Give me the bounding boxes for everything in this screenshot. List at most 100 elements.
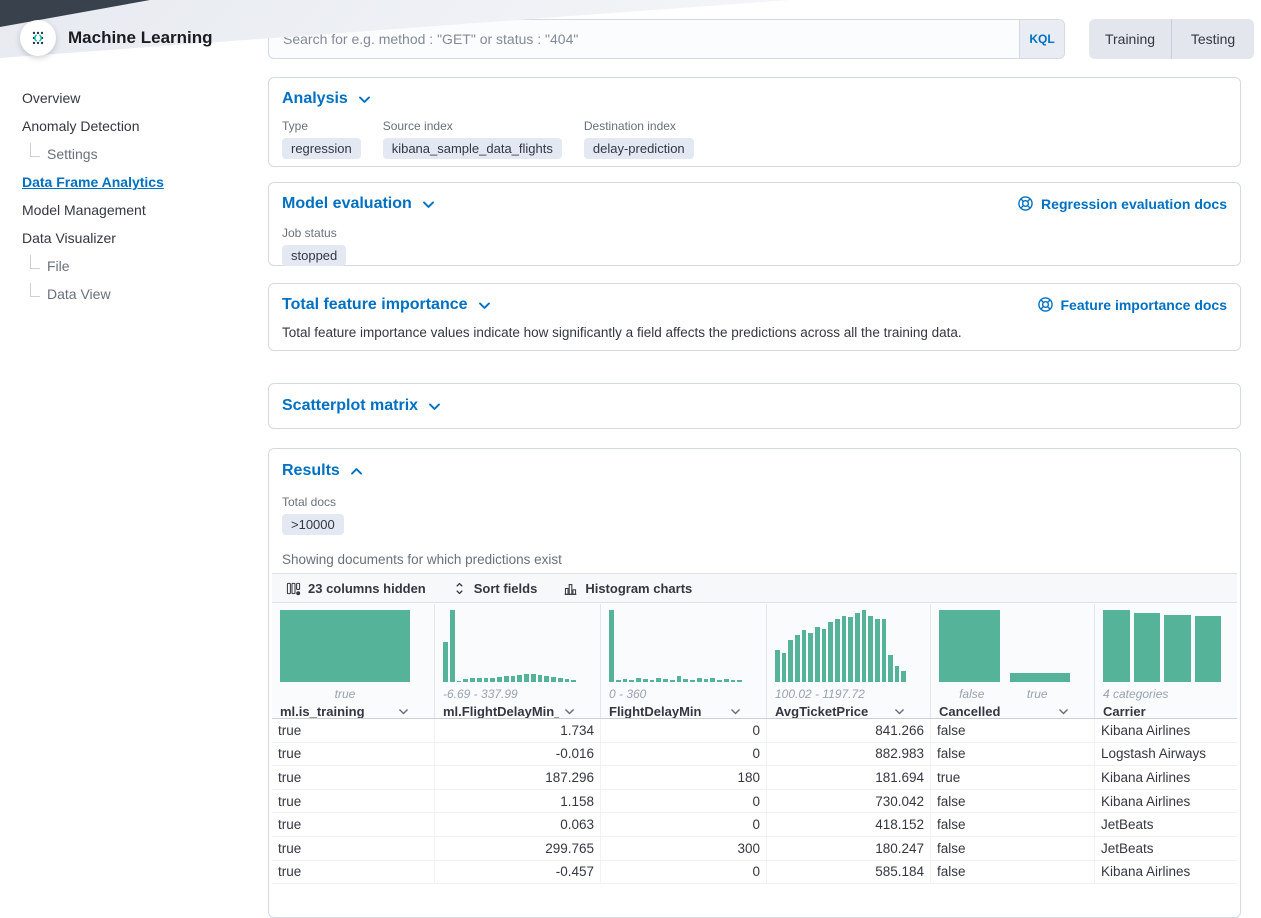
feature-importance-accordion-toggle[interactable]: Total feature importance [282,296,492,314]
histogram-bar [616,680,621,682]
column-name: Carrier [1103,704,1146,719]
training-button[interactable]: Training [1089,19,1171,59]
columns-hidden-label: 23 columns hidden [308,581,426,596]
table-row: true187.296180181.694trueKibana Airlines [272,766,1237,790]
feature-importance-description: Total feature importance values indicate… [282,325,1227,340]
histogram-charts-button[interactable]: Histogram charts [557,581,698,596]
grid-cell: false [931,790,1095,813]
feature-importance-docs-link[interactable]: Feature importance docs [1037,296,1228,313]
histogram-bar [842,616,847,682]
results-accordion-toggle[interactable]: Results [282,462,364,480]
histogram-bar [848,617,853,682]
help-ring-icon [1037,296,1054,313]
column-header-ml-is-training[interactable]: trueml.is_training [272,604,435,718]
sidebar-item-data-visualizer[interactable]: Data Visualizer [0,224,243,252]
chevron-down-icon [421,197,436,212]
histogram-bar [280,610,410,682]
sidebar-item-anomaly-detection[interactable]: Anomaly Detection [0,112,243,140]
column-header-flightdelaymin[interactable]: 0 - 360FlightDelayMin [601,604,767,718]
sort-icon [452,581,467,596]
grid-cell: -0.457 [435,861,601,884]
columns-hidden-button[interactable]: 23 columns hidden [280,581,432,596]
sort-fields-button[interactable]: Sort fields [446,581,544,596]
column-actions-chevron-icon[interactable] [893,705,906,718]
sidebar-item-label: Settings [47,146,98,162]
histogram-bar [737,680,742,682]
column-actions-chevron-icon[interactable] [563,705,576,718]
grid-cell: 180 [601,766,767,789]
histogram-bar [443,642,448,682]
grid-cell: 0 [601,790,767,813]
histogram-bar [828,622,833,682]
histogram-bar [808,633,813,682]
grid-cell: true [272,790,435,813]
histogram-bar [795,635,800,682]
histogram-icon [563,581,578,596]
feature-importance-title: Total feature importance [282,296,468,314]
column-actions-chevron-icon[interactable] [397,705,410,718]
histogram-charts-label: Histogram charts [585,581,692,596]
grid-cell: JetBeats [1095,837,1237,860]
histogram-bar [531,674,536,682]
model-evaluation-panel: Model evaluation Regression evaluation d… [268,182,1241,266]
doc-link-label: Feature importance docs [1061,297,1228,313]
results-subtitle: Showing documents for which predictions … [282,552,1227,567]
grid-cell: 0 [601,743,767,766]
regression-evaluation-docs-link[interactable]: Regression evaluation docs [1017,195,1227,212]
sidebar-item-overview[interactable]: Overview [0,84,243,112]
scatterplot-accordion-toggle[interactable]: Scatterplot matrix [282,397,442,415]
analysis-title: Analysis [282,90,348,108]
header-range-label: falsetrue [939,687,1070,701]
grid-cell: Logstash Airways [1095,743,1237,766]
histogram-bar [511,676,516,682]
grid-cell: 1.734 [435,719,601,742]
grid-cell: 180.247 [767,837,931,860]
histogram-bar [677,676,682,682]
column-header-carrier[interactable]: 4 categoriesCarrier [1095,604,1237,718]
histogram-bar [565,679,570,682]
histogram-bar [683,679,688,682]
grid-cell: true [272,766,435,789]
histogram-bar [802,630,807,682]
histogram-bar [558,678,563,682]
grid-cell: false [931,813,1095,836]
chevron-up-icon [349,464,364,479]
column-name: ml.is_training [280,704,365,719]
column-header-cancelled[interactable]: falsetrueCancelled [931,604,1095,718]
column-header-avgticketprice[interactable]: 100.02 - 1197.72AvgTicketPrice [767,604,931,718]
histogram-bar [901,671,906,682]
kql-button[interactable]: KQL [1019,20,1064,58]
grid-cell: 181.694 [767,766,931,789]
analysis-field-type: Typeregression [282,119,361,159]
app-root: Machine Learning OverviewAnomaly Detecti… [0,0,1261,884]
grid-cell: false [931,719,1095,742]
analysis-accordion-toggle[interactable]: Analysis [282,90,372,108]
column-actions-chevron-icon[interactable] [1057,705,1070,718]
column-actions-chevron-icon[interactable] [729,705,742,718]
histogram-bar [497,677,502,682]
histogram-bar [875,619,880,682]
table-row: true-0.0160882.983falseLogstash Airways [272,743,1237,767]
histogram-bar [788,640,793,682]
column-header-ml-flightdelaymin-prediction[interactable]: -6.69 - 337.99ml.FlightDelayMin_predicti… [435,604,601,718]
sidebar-item-settings[interactable]: Settings [0,140,243,168]
histogram-bar [551,677,556,682]
testing-button[interactable]: Testing [1171,19,1254,59]
sidebar-item-file[interactable]: File [0,252,243,280]
sidebar-item-data-view[interactable]: Data View [0,280,243,308]
table-row: true1.1580730.042falseKibana Airlines [272,790,1237,814]
histogram-bar [697,678,702,682]
sidebar-item-data-frame-analytics[interactable]: Data Frame Analytics [0,168,243,196]
histogram-bar [822,629,827,682]
grid-cell: JetBeats [1095,813,1237,836]
model-evaluation-accordion-toggle[interactable]: Model evaluation [282,195,436,213]
histogram-bar [1195,616,1222,682]
results-title: Results [282,462,340,480]
grid-cell: false [931,861,1095,884]
histogram-bar [650,680,655,682]
ml-app-logo-icon [20,20,56,56]
histogram-bar [670,680,675,682]
sidebar-item-model-management[interactable]: Model Management [0,196,243,224]
job-status-badge: stopped [282,245,346,266]
scatterplot-matrix-panel: Scatterplot matrix [268,383,1241,429]
